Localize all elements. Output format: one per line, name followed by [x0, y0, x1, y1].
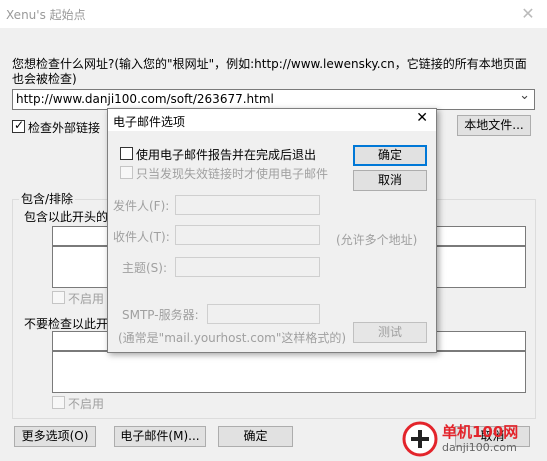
test-button[interactable]: 测试: [353, 322, 427, 343]
url-input-value: http://www.danji100.com/soft/263677.html: [16, 92, 274, 106]
watermark-logo: 单机100网 danji100.com: [402, 421, 542, 457]
window-title: Xenu's 起始点: [6, 8, 86, 22]
url-prompt-line2: 也会被检查): [12, 72, 77, 86]
to-label: 收件人(T):: [113, 230, 170, 244]
dialog-title-bar: 电子邮件选项 ✕: [108, 109, 436, 131]
dialog-cancel-button[interactable]: 取消: [353, 170, 427, 191]
watermark-plus-icon: [402, 421, 438, 457]
include-label: 包含以此开头的: [24, 210, 109, 224]
include-disable-label: 不启用: [68, 292, 105, 306]
chevron-down-icon[interactable]: ⌄: [519, 88, 530, 103]
only-broken-checkbox[interactable]: [120, 166, 133, 179]
window-close-icon[interactable]: ✕: [517, 3, 539, 25]
url-prompt-line1: 您想检查什么网址?(输入您的"根网址"，例如:http://www.lewens…: [12, 57, 527, 71]
to-hint: (允许多个地址): [336, 233, 418, 247]
more-options-button[interactable]: 更多选项(O): [14, 426, 96, 447]
watermark-text: 单机100网: [442, 423, 519, 441]
check-external-label: 检查外部链接: [28, 121, 101, 135]
dialog-ok-button[interactable]: 确定: [353, 145, 427, 166]
include-disable-checkbox[interactable]: [52, 291, 65, 304]
only-broken-label: 只当发现失效链接时才使用电子邮件: [136, 167, 329, 181]
to-input[interactable]: [175, 225, 320, 245]
smtp-label: SMTP-服务器:: [122, 308, 199, 322]
from-input[interactable]: [175, 195, 320, 215]
ok-button[interactable]: 确定: [218, 426, 293, 447]
exclude-disable-checkbox[interactable]: [52, 396, 65, 409]
window-title-bar: Xenu's 起始点 ✕: [0, 0, 547, 28]
exclude-label: 不要检查以此开: [24, 317, 109, 331]
email-button[interactable]: 电子邮件(M)...: [114, 426, 206, 447]
exclude-disable-label: 不启用: [68, 397, 105, 411]
dialog-title: 电子邮件选项: [113, 115, 186, 129]
email-options-dialog: 电子邮件选项 ✕ 使用电子邮件报告并在完成后退出 只当发现失效链接时才使用电子邮…: [107, 108, 437, 353]
local-file-button[interactable]: 本地文件...: [457, 115, 531, 136]
use-email-label: 使用电子邮件报告并在完成后退出: [136, 148, 317, 162]
subject-label: 主题(S):: [122, 261, 168, 275]
use-email-checkbox[interactable]: [120, 147, 133, 160]
check-external-checkbox[interactable]: ✓: [12, 118, 25, 133]
smtp-input[interactable]: [207, 304, 320, 324]
smtp-hint: (通常是"mail.yourhost.com"这样格式的): [118, 331, 347, 345]
from-label: 发件人(F):: [113, 199, 170, 213]
watermark-url: danji100.com: [442, 441, 517, 454]
checkmark-icon: ✓: [14, 118, 25, 132]
exclude-list[interactable]: [52, 351, 526, 393]
dialog-close-icon[interactable]: ✕: [416, 110, 428, 126]
include-exclude-group-label: 包含/排除: [19, 190, 76, 207]
url-combobox[interactable]: http://www.danji100.com/soft/263677.html…: [12, 88, 535, 110]
subject-input[interactable]: [175, 257, 320, 277]
